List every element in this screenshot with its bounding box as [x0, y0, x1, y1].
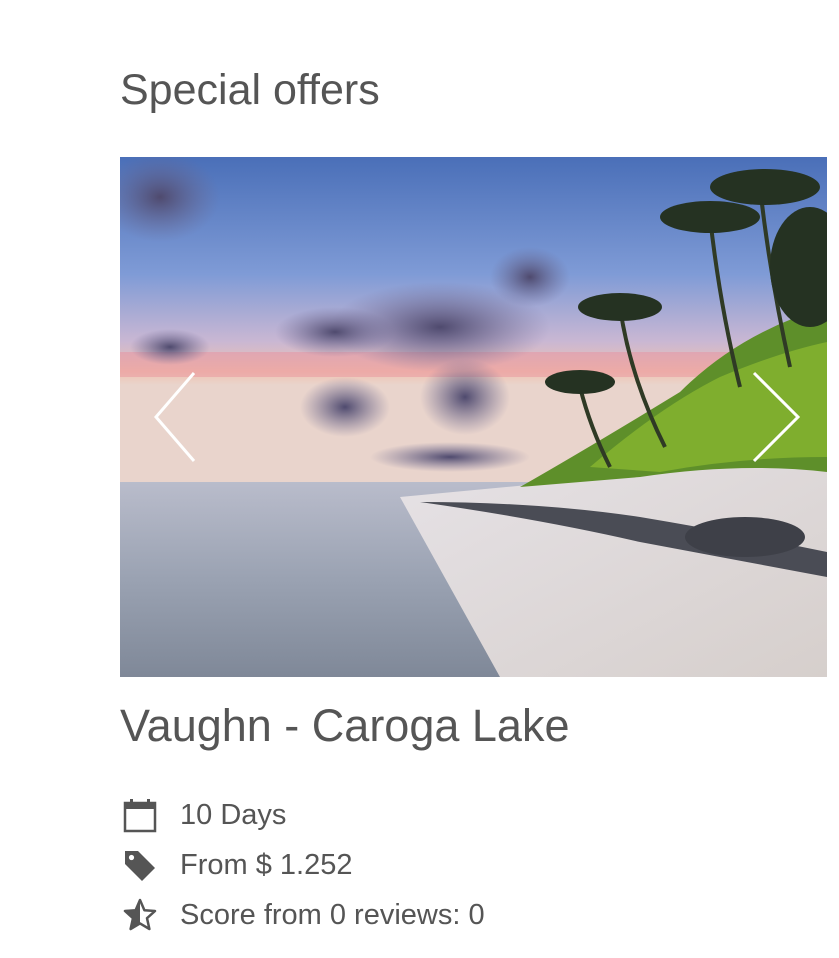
offer-image [120, 157, 827, 677]
price-tag-icon [125, 851, 155, 881]
star-half-icon [123, 898, 157, 931]
chevron-left-icon [154, 372, 196, 462]
offer-duration-text: 10 Days [180, 799, 287, 831]
offer-details: 10 Days From $ 1.252 Score from 0 review… [120, 795, 720, 945]
slider-next-button[interactable] [742, 367, 802, 467]
offer-image-slider[interactable] [120, 157, 827, 677]
offer-score-text: Score from 0 reviews: 0 [180, 899, 485, 931]
offer-duration: 10 Days [120, 795, 720, 845]
offer-title-link[interactable]: Vaughn - Caroga Lake [120, 700, 569, 752]
slider-prev-button[interactable] [142, 367, 202, 467]
offer-price: From $ 1.252 [120, 845, 720, 895]
section-title: Special offers [120, 66, 380, 114]
offer-price-text: From $ 1.252 [180, 849, 353, 881]
chevron-right-icon [752, 371, 801, 463]
calendar-icon [123, 799, 157, 833]
offer-score: Score from 0 reviews: 0 [120, 895, 720, 945]
